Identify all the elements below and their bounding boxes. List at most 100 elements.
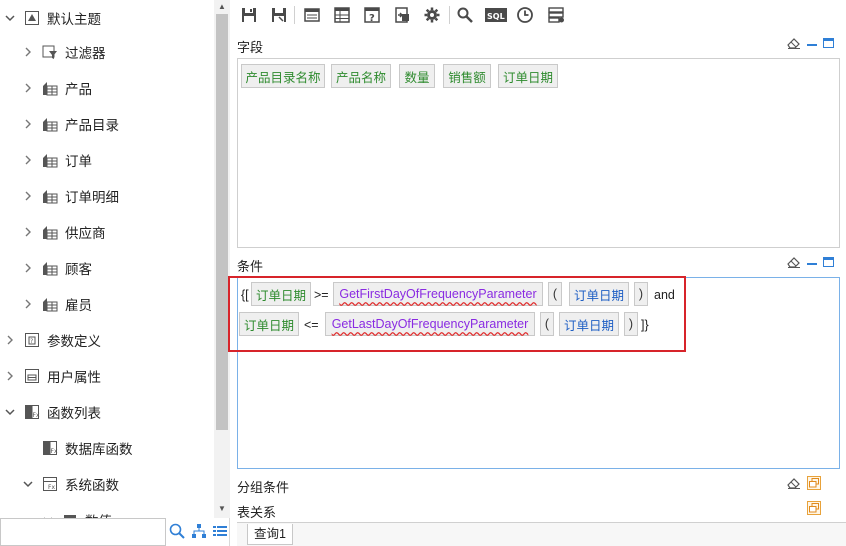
table-layout-icon[interactable] xyxy=(332,5,352,25)
scroll-up-arrow-icon[interactable]: ▲ xyxy=(214,0,230,14)
condition-param-order-date[interactable]: 订单日期 xyxy=(569,282,629,306)
tree-item-label: 订单明细 xyxy=(65,190,119,205)
tree-item-function-list[interactable]: Fx 函数列表 xyxy=(0,394,214,430)
chevron-right-icon[interactable] xyxy=(22,154,34,166)
list-settings-icon[interactable] xyxy=(546,5,566,25)
svg-text:Fx: Fx xyxy=(48,484,55,491)
tree-item-order[interactable]: 订单 xyxy=(0,142,214,178)
tree-item-label: 数值 xyxy=(85,510,112,518)
restore-icon[interactable] xyxy=(807,476,821,490)
condition-field-order-date-2[interactable]: 订单日期 xyxy=(239,312,299,336)
condition-operator-gte: >= xyxy=(314,288,329,302)
tree-item-customer[interactable]: 顾客 xyxy=(0,250,214,286)
filter-icon xyxy=(42,44,58,60)
restore-icon[interactable] xyxy=(807,501,821,515)
search-icon[interactable] xyxy=(168,522,186,540)
field-chip-product-name[interactable]: 产品名称 xyxy=(331,64,391,88)
eraser-icon[interactable] xyxy=(787,256,801,268)
save-icon[interactable] xyxy=(239,5,259,25)
chevron-right-icon[interactable] xyxy=(22,298,34,310)
chevron-down-icon[interactable] xyxy=(22,478,34,490)
help-icon[interactable]: ? xyxy=(362,5,382,25)
minimize-icon[interactable] xyxy=(807,44,817,46)
chevron-down-icon[interactable] xyxy=(4,406,16,418)
tree-item-default-theme[interactable]: 默认主题 xyxy=(0,0,214,36)
group-section-tools xyxy=(787,475,821,491)
table-icon xyxy=(42,188,58,204)
tree-item-label: 顾客 xyxy=(65,262,92,277)
export-icon[interactable] xyxy=(392,5,412,25)
field-chip-catalog-name[interactable]: 产品目录名称 xyxy=(241,64,325,88)
chevron-right-icon[interactable] xyxy=(22,226,34,238)
condition-function-last-day[interactable]: GetLastDayOfFrequencyParameter xyxy=(325,312,535,336)
tab-query1[interactable]: 查询1 xyxy=(247,524,293,545)
tree-item-label: 产品目录 xyxy=(65,118,119,133)
chevron-right-icon[interactable] xyxy=(22,190,34,202)
tree-item-label: 供应商 xyxy=(65,226,106,241)
eraser-icon[interactable] xyxy=(787,477,801,489)
condition-function-first-day[interactable]: GetFirstDayOfFrequencyParameter xyxy=(333,282,543,306)
tree-item-employee[interactable]: 雇员 xyxy=(0,286,214,322)
chevron-right-icon[interactable] xyxy=(22,118,34,130)
user-attr-icon xyxy=(24,368,40,384)
list-view-icon[interactable] xyxy=(211,522,229,540)
save-as-icon[interactable] xyxy=(269,5,289,25)
chevron-right-icon[interactable] xyxy=(4,370,16,382)
tree-search-box[interactable] xyxy=(0,518,166,546)
tree-scrollbar[interactable]: ▲ ▼ xyxy=(214,0,230,518)
svg-text:?: ? xyxy=(369,13,375,24)
tree-item-parameters[interactable]: ? 参数定义 xyxy=(0,322,214,358)
scroll-down-arrow-icon[interactable]: ▼ xyxy=(214,502,230,516)
condition-section-title: 条件 xyxy=(237,259,264,274)
tree-item-product-catalog[interactable]: 产品目录 xyxy=(0,106,214,142)
condition-field-order-date[interactable]: 订单日期 xyxy=(251,282,311,306)
tree-item-label: 参数定义 xyxy=(47,334,101,349)
toolbar: ? SQL xyxy=(231,0,846,30)
field-chip-quantity[interactable]: 数量 xyxy=(399,64,435,88)
tree-item-supplier[interactable]: 供应商 xyxy=(0,214,214,250)
condition-right-paren[interactable]: ) xyxy=(634,282,648,306)
search-icon[interactable] xyxy=(455,5,475,25)
eraser-icon[interactable] xyxy=(787,37,801,49)
chevron-right-icon[interactable] xyxy=(22,82,34,94)
tree-item-label: 系统函数 xyxy=(65,478,119,493)
clock-icon[interactable] xyxy=(515,5,535,25)
table-icon xyxy=(42,152,58,168)
table-icon xyxy=(42,116,58,132)
maximize-icon[interactable] xyxy=(823,257,834,267)
hierarchy-icon[interactable] xyxy=(190,522,208,540)
scroll-thumb[interactable] xyxy=(216,14,228,430)
theme-icon xyxy=(24,10,40,26)
chevron-right-icon[interactable] xyxy=(22,262,34,274)
chevron-down-icon[interactable] xyxy=(4,12,16,24)
settings-icon[interactable] xyxy=(422,5,442,25)
field-chip-order-date[interactable]: 订单日期 xyxy=(498,64,558,88)
sql-icon[interactable]: SQL xyxy=(485,5,507,25)
relation-section-title: 表关系 xyxy=(237,505,277,520)
tree-item-order-detail[interactable]: 订单明细 xyxy=(0,178,214,214)
chevron-right-icon[interactable] xyxy=(4,334,16,346)
tree-item-label: 订单 xyxy=(65,154,92,169)
tree-item-label: 产品 xyxy=(65,82,92,97)
layout-icon[interactable] xyxy=(302,5,322,25)
chevron-right-icon[interactable] xyxy=(22,46,34,58)
tree-search-input[interactable] xyxy=(1,519,165,545)
tree-item-label: 数据库函数 xyxy=(65,442,133,457)
tree-item-system-functions[interactable]: Fx 系统函数 xyxy=(0,466,214,502)
toolbar-separator xyxy=(449,6,450,24)
tree-item-label: 默认主题 xyxy=(47,12,101,27)
tree-item-filter[interactable]: 过滤器 xyxy=(0,34,214,70)
field-chip-sales[interactable]: 销售额 xyxy=(443,64,491,88)
condition-right-paren-2[interactable]: ) xyxy=(624,312,638,336)
resource-tree: 默认主题 过滤器 产品 产品目录 订单 订单明细 供应商 顾客 雇员 ? 参数定… xyxy=(0,0,214,518)
fields-section-title: 字段 xyxy=(237,40,264,55)
tree-item-database-functions[interactable]: Fx 数据库函数 xyxy=(0,430,214,466)
condition-param-order-date-2[interactable]: 订单日期 xyxy=(559,312,619,336)
condition-left-paren-2[interactable]: ( xyxy=(540,312,554,336)
maximize-icon[interactable] xyxy=(823,38,834,48)
condition-left-paren[interactable]: ( xyxy=(548,282,562,306)
tree-item-product[interactable]: 产品 xyxy=(0,70,214,106)
minimize-icon[interactable] xyxy=(807,263,817,265)
tree-item-numeric[interactable]: 数值 xyxy=(0,502,214,518)
tree-item-user-attributes[interactable]: 用户属性 xyxy=(0,358,214,394)
